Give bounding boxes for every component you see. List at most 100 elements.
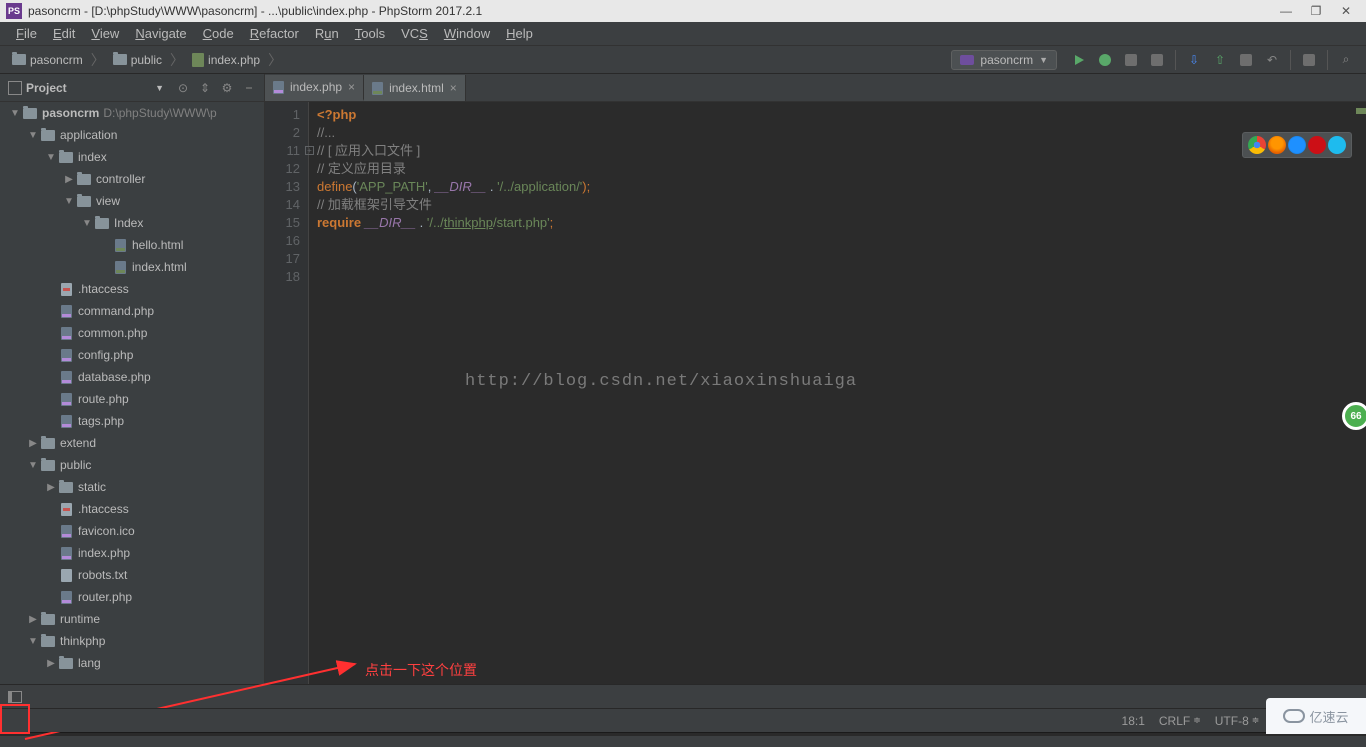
tree-item[interactable]: router.php [0,586,264,608]
vcs-revert-button[interactable]: ↶ [1264,52,1280,68]
tree-item[interactable]: ▶controller [0,168,264,190]
tree-item[interactable]: ▶runtime [0,608,264,630]
run-configuration-dropdown[interactable]: pasoncrm ▼ [951,50,1057,70]
tree-item[interactable]: ▶extend [0,432,264,454]
tree-item[interactable]: ▼pasoncrmD:\phpStudy\WWW\p [0,102,264,124]
chrome-icon[interactable] [1248,136,1266,154]
debug-button[interactable] [1097,52,1113,68]
menu-view[interactable]: View [83,26,127,41]
php-icon [58,392,74,406]
yisu-watermark: 亿速云 [1266,698,1366,734]
tree-item[interactable]: index.html [0,256,264,278]
ide-settings-button[interactable] [1301,52,1317,68]
menu-file[interactable]: File [8,26,45,41]
tree-item[interactable]: route.php [0,388,264,410]
folder-icon [40,458,56,472]
breadcrumb-item[interactable]: index.php [186,51,266,69]
tree-item[interactable]: database.php [0,366,264,388]
tree-item[interactable]: ▼view [0,190,264,212]
maximize-button[interactable]: ❐ [1310,5,1322,17]
firefox-icon[interactable] [1268,136,1286,154]
menu-navigate[interactable]: Navigate [127,26,194,41]
tree-item[interactable]: index.php [0,542,264,564]
breadcrumb: pasoncrm 〉 public 〉 index.php 〉 [6,50,951,70]
menu-window[interactable]: Window [436,26,498,41]
hide-button[interactable]: ⎯ [242,81,256,95]
analysis-badge[interactable]: 66 [1342,402,1366,430]
tree-item[interactable]: hello.html [0,234,264,256]
menu-vcs[interactable]: VCS [393,26,436,41]
search-everywhere-button[interactable]: ⌕ [1338,52,1354,68]
project-tree[interactable]: ▼pasoncrmD:\phpStudy\WWW\p▼application▼i… [0,102,264,684]
vcs-commit-button[interactable]: ⇧ [1212,52,1228,68]
tree-item-label: pasoncrm [42,106,99,120]
minimize-button[interactable]: — [1280,5,1292,17]
window-title: pasoncrm - [D:\phpStudy\WWW\pasoncrm] - … [28,4,1280,18]
opera-icon[interactable] [1308,136,1326,154]
tree-item[interactable]: favicon.ico [0,520,264,542]
breadcrumb-item[interactable]: pasoncrm [6,51,89,69]
folder-icon [94,216,110,230]
collapse-all-button[interactable]: ⇕ [198,81,212,95]
menu-run[interactable]: Run [307,26,347,41]
ht-icon [58,502,74,516]
tree-item[interactable]: robots.txt [0,564,264,586]
code-content[interactable]: <?php +//... // [ 应用入口文件 ] // 定义应用目录 def… [309,102,1366,684]
scroll-from-source-button[interactable]: ⊙ [176,81,190,95]
close-button[interactable]: ✕ [1340,5,1352,17]
menu-code[interactable]: Code [195,26,242,41]
tool-window-toggle-button[interactable] [8,691,22,703]
tree-arrow-icon: ▶ [26,614,40,625]
tree-item[interactable]: ▼index [0,146,264,168]
file-encoding[interactable]: UTF-8≑ [1215,714,1260,728]
breadcrumb-item[interactable]: public [107,51,168,69]
fold-expand-icon[interactable]: + [305,146,314,155]
tree-arrow-icon: ▼ [62,196,76,207]
tree-item[interactable]: .htaccess [0,278,264,300]
close-tab-button[interactable]: × [450,81,457,95]
vcs-update-button[interactable]: ⇩ [1186,52,1202,68]
menu-refactor[interactable]: Refactor [242,26,307,41]
tree-item-label: hello.html [132,238,183,252]
menu-tools[interactable]: Tools [347,26,393,41]
menu-bar: File Edit View Navigate Code Refactor Ru… [0,22,1366,46]
stop-button[interactable] [1149,52,1165,68]
tree-item[interactable]: tags.php [0,410,264,432]
line-number-gutter: 121112131415161718 [265,102,309,684]
tree-item[interactable]: ▶lang [0,652,264,674]
run-button[interactable] [1071,52,1087,68]
code-editor[interactable]: 121112131415161718 <?php +//... // [ 应用入… [265,102,1366,684]
editor-tab-index-html[interactable]: index.html × [364,75,466,101]
bottom-shade [0,732,1366,736]
menu-edit[interactable]: Edit [45,26,83,41]
ie-icon[interactable] [1328,136,1346,154]
tree-item[interactable]: ▼Index [0,212,264,234]
navigation-toolbar: pasoncrm 〉 public 〉 index.php 〉 pasoncrm… [0,46,1366,74]
cursor-position[interactable]: 18:1 [1122,714,1145,728]
tree-item[interactable]: ▼thinkphp [0,630,264,652]
tree-item[interactable]: config.php [0,344,264,366]
tree-item[interactable]: .htaccess [0,498,264,520]
chevron-down-icon[interactable]: ▼ [155,83,164,93]
tree-arrow-icon: ▼ [26,636,40,647]
safari-icon[interactable] [1288,136,1306,154]
vcs-history-button[interactable] [1238,52,1254,68]
tree-item[interactable]: ▼public [0,454,264,476]
project-panel-title: Project [26,81,155,95]
close-tab-button[interactable]: × [348,80,355,94]
tree-item[interactable]: common.php [0,322,264,344]
tree-arrow-icon: ▼ [26,130,40,141]
line-ending[interactable]: CRLF≑ [1159,714,1201,728]
menu-help[interactable]: Help [498,26,541,41]
separator [1290,50,1291,70]
php-icon [960,55,974,65]
tree-item[interactable]: command.php [0,300,264,322]
settings-gear-icon[interactable]: ⚙ [220,81,234,95]
php-file-icon [273,81,284,94]
chevron-right-icon: 〉 [170,50,184,70]
editor-tab-index-php[interactable]: index.php × [265,75,364,101]
tree-item[interactable]: ▼application [0,124,264,146]
tree-item-label: common.php [78,326,147,340]
coverage-button[interactable] [1123,52,1139,68]
tree-item[interactable]: ▶static [0,476,264,498]
